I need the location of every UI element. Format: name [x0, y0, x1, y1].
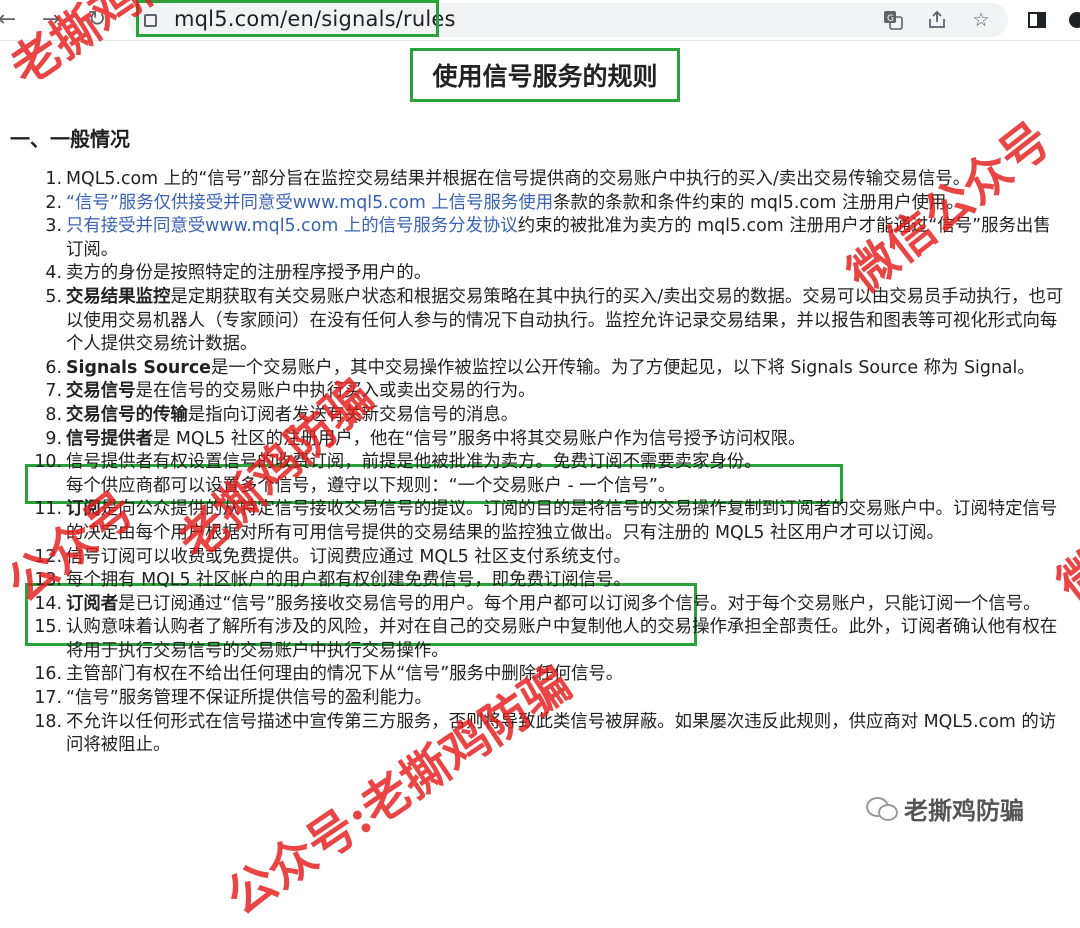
rule-number: 14.	[34, 593, 62, 614]
rule-item: 7. 交易信号是在信号的交易账户中执行买入或卖出交易的行为。	[0, 380, 1066, 404]
wechat-icon	[866, 795, 898, 821]
page-title: 使用信号服务的规则	[432, 62, 658, 91]
rule-text: 是向公众提供的从特定信号接收交易信号的提议。订阅的目的是将信号的交易操作复制到订…	[66, 499, 1058, 543]
rule-item: 6. Signals Source是一个交易账户，其中交易操作被监控以公开传输。为…	[0, 357, 1066, 381]
rule-number: 18.	[34, 711, 62, 732]
side-panel-icon[interactable]	[1024, 7, 1050, 33]
rule-text: 认购意味着认购者了解所有涉及的风险，并对在自己的交易账户中复制他人的交易操作承担…	[66, 617, 1058, 661]
section-heading: 一、一般情况	[10, 127, 130, 151]
rule-number: 8.	[45, 404, 62, 425]
rule-item: 8. 交易信号的传输是指向订阅者发送有关新交易信号的消息。	[0, 404, 1066, 428]
share-icon[interactable]	[924, 7, 950, 33]
rule-link[interactable]: “信号”服务仅供接受并同意受www.mql5.com 上信号服务使用	[66, 193, 553, 213]
rule-text: 信号订阅可以收费或免费提供。订阅费应通过 MQL5 社区支付系统支付。	[66, 546, 631, 567]
rule-text: 是已订阅通过“信号”服务接收交易信号的用户。每个用户都可以订阅多个信号。对于每个…	[118, 593, 1041, 614]
rule-number: 1.	[45, 169, 62, 189]
rule-number: 16.	[34, 664, 62, 685]
rule-text: 信号提供者有权设置信号的收费订阅，前提是他被批准为卖方。免费订阅不需要卖家身份。	[66, 452, 762, 473]
rule-number: 2.	[45, 192, 62, 213]
rule-item: 1. MQL5.com 上的“信号”部分旨在监控交易结果并根据在信号提供商的交易账…	[0, 168, 1066, 192]
rule-text: 每个拥有 MQL5 社区帐户的用户都有权创建免费信号，即免费订阅信号。	[66, 570, 631, 591]
rule-item: 每个供应商都可以设置多个信号，遵守以下规则：“一个交易账户 - 一个信号”。	[0, 475, 1066, 499]
rule-term: 订阅者	[66, 593, 119, 614]
rule-text: 每个供应商都可以设置多个信号，遵守以下规则：“一个交易账户 - 一个信号”。	[66, 475, 676, 496]
rule-item: 3. 只有接受并同意受www.mql5.com 上的信号服务分发协议约束的被批准为…	[0, 215, 1066, 262]
rule-text: 是 MQL5 社区的注册用户，他在“信号”服务中将其交易账户作为信号授予访问权限…	[152, 428, 806, 449]
back-arrow-icon[interactable]: ←	[0, 5, 22, 35]
rule-item: 9. 信号提供者是 MQL5 社区的注册用户，他在“信号”服务中将其交易账户作为信…	[0, 428, 1066, 452]
rule-item: 18. 不允许以任何形式在信号描述中宣传第三方服务，否则将导致此类信号被屏蔽。如果…	[0, 711, 1066, 758]
wechat-badge: 老撕鸡防骗	[866, 790, 1066, 826]
rule-item: 15. 认购意味着认购者了解所有涉及的风险，并对在自己的交易账户中复制他人的交易操…	[0, 616, 1066, 663]
rule-item: 10. 信号提供者有权设置信号的收费订阅，前提是他被批准为卖方。免费订阅不需要卖家…	[0, 451, 1066, 475]
rule-item: 2. “信号”服务仅供接受并同意受www.mql5.com 上信号服务使用条款的条…	[0, 192, 1066, 216]
rule-term: 交易信号	[66, 381, 136, 402]
rule-text: 条款的条款和条件约束的 mql5.com 注册用户使用。	[553, 192, 964, 213]
rule-text: 是在信号的交易账户中执行买入或卖出交易的行为。	[135, 381, 536, 402]
rule-number: 12.	[34, 546, 62, 567]
translate-icon[interactable]: G	[880, 7, 906, 33]
rule-item: 5. 交易结果监控是定期获取有关交易账户状态和根据交易策略在其中执行的买入/卖出交…	[0, 286, 1066, 357]
rule-term: Signals Source	[66, 357, 211, 378]
rule-number: 9.	[45, 428, 62, 449]
rule-text: 是指向订阅者发送有关新交易信号的消息。	[187, 404, 519, 425]
rule-number: 15.	[34, 617, 62, 638]
rule-number: 5.	[45, 286, 62, 307]
url-highlight-box	[136, 0, 439, 37]
rule-term: 信号提供者	[66, 428, 153, 449]
rule-number: 10.	[34, 452, 62, 473]
rule-item: 16. 主管部门有权在不给出任何理由的情况下从“信号”服务中删除任何信号。	[0, 663, 1066, 687]
rule-text: “信号”服务管理不保证所提供信号的盈利能力。	[66, 688, 432, 709]
rule-text: 主管部门有权在不给出任何理由的情况下从“信号”服务中删除任何信号。	[66, 664, 624, 685]
rule-number: 7.	[45, 381, 62, 402]
wechat-badge-text: 老撕鸡防骗	[904, 796, 1024, 825]
rule-item: 14. 订阅者是已订阅通过“信号”服务接收交易信号的用户。每个用户都可以订阅多个信…	[0, 593, 1066, 617]
rule-term: 交易信号的传输	[66, 404, 188, 425]
rule-term: 订阅	[66, 499, 101, 520]
rule-link[interactable]: 只有接受并同意受www.mql5.com 上的信号服务分发协议	[66, 216, 518, 236]
rule-item: 11. 订阅是向公众提供的从特定信号接收交易信号的提议。订阅的目的是将信号的交易操…	[0, 498, 1066, 545]
rule-number: 13.	[34, 570, 62, 591]
rule-text: 卖方的身份是按照特定的注册程序授予用户的。	[66, 263, 432, 284]
rule-number: 11.	[34, 499, 62, 520]
rule-text: 不允许以任何形式在信号描述中宣传第三方服务，否则将导致此类信号被屏蔽。如果屡次违…	[66, 711, 1057, 756]
forward-arrow-icon[interactable]: →	[36, 5, 66, 35]
rule-number: 4.	[45, 263, 62, 284]
rules-list: 1. MQL5.com 上的“信号”部分旨在监控交易结果并根据在信号提供商的交易账…	[0, 168, 1080, 758]
rule-text: 是定期获取有关交易账户状态和根据交易策略在其中执行的买入/卖出交易的数据。交易可…	[66, 286, 1064, 355]
reload-icon[interactable]: ↻	[82, 5, 112, 35]
rule-item: 12. 信号订阅可以收费或免费提供。订阅费应通过 MQL5 社区支付系统支付。	[0, 546, 1066, 570]
rule-number: 6.	[45, 357, 62, 378]
rule-term: 交易结果监控	[66, 286, 171, 307]
rule-number: 17.	[34, 688, 62, 709]
rule-item: 13. 每个拥有 MQL5 社区帐户的用户都有权创建免费信号，即免费订阅信号。	[0, 569, 1066, 593]
rule-item: 4. 卖方的身份是按照特定的注册程序授予用户的。	[0, 262, 1066, 286]
rule-text: 是一个交易账户，其中交易操作被监控以公开传输。为了方便起见，以下将 Signal…	[210, 357, 1035, 378]
profile-icon[interactable]	[1064, 7, 1080, 33]
rule-text: MQL5.com 上的“信号”部分旨在监控交易结果并根据在信号提供商的交易账户中…	[66, 169, 971, 189]
rule-item: 17. “信号”服务管理不保证所提供信号的盈利能力。	[0, 687, 1066, 711]
bookmark-star-icon[interactable]: ☆	[968, 7, 994, 33]
rule-number: 3.	[45, 216, 62, 237]
svg-text:G: G	[887, 14, 894, 24]
